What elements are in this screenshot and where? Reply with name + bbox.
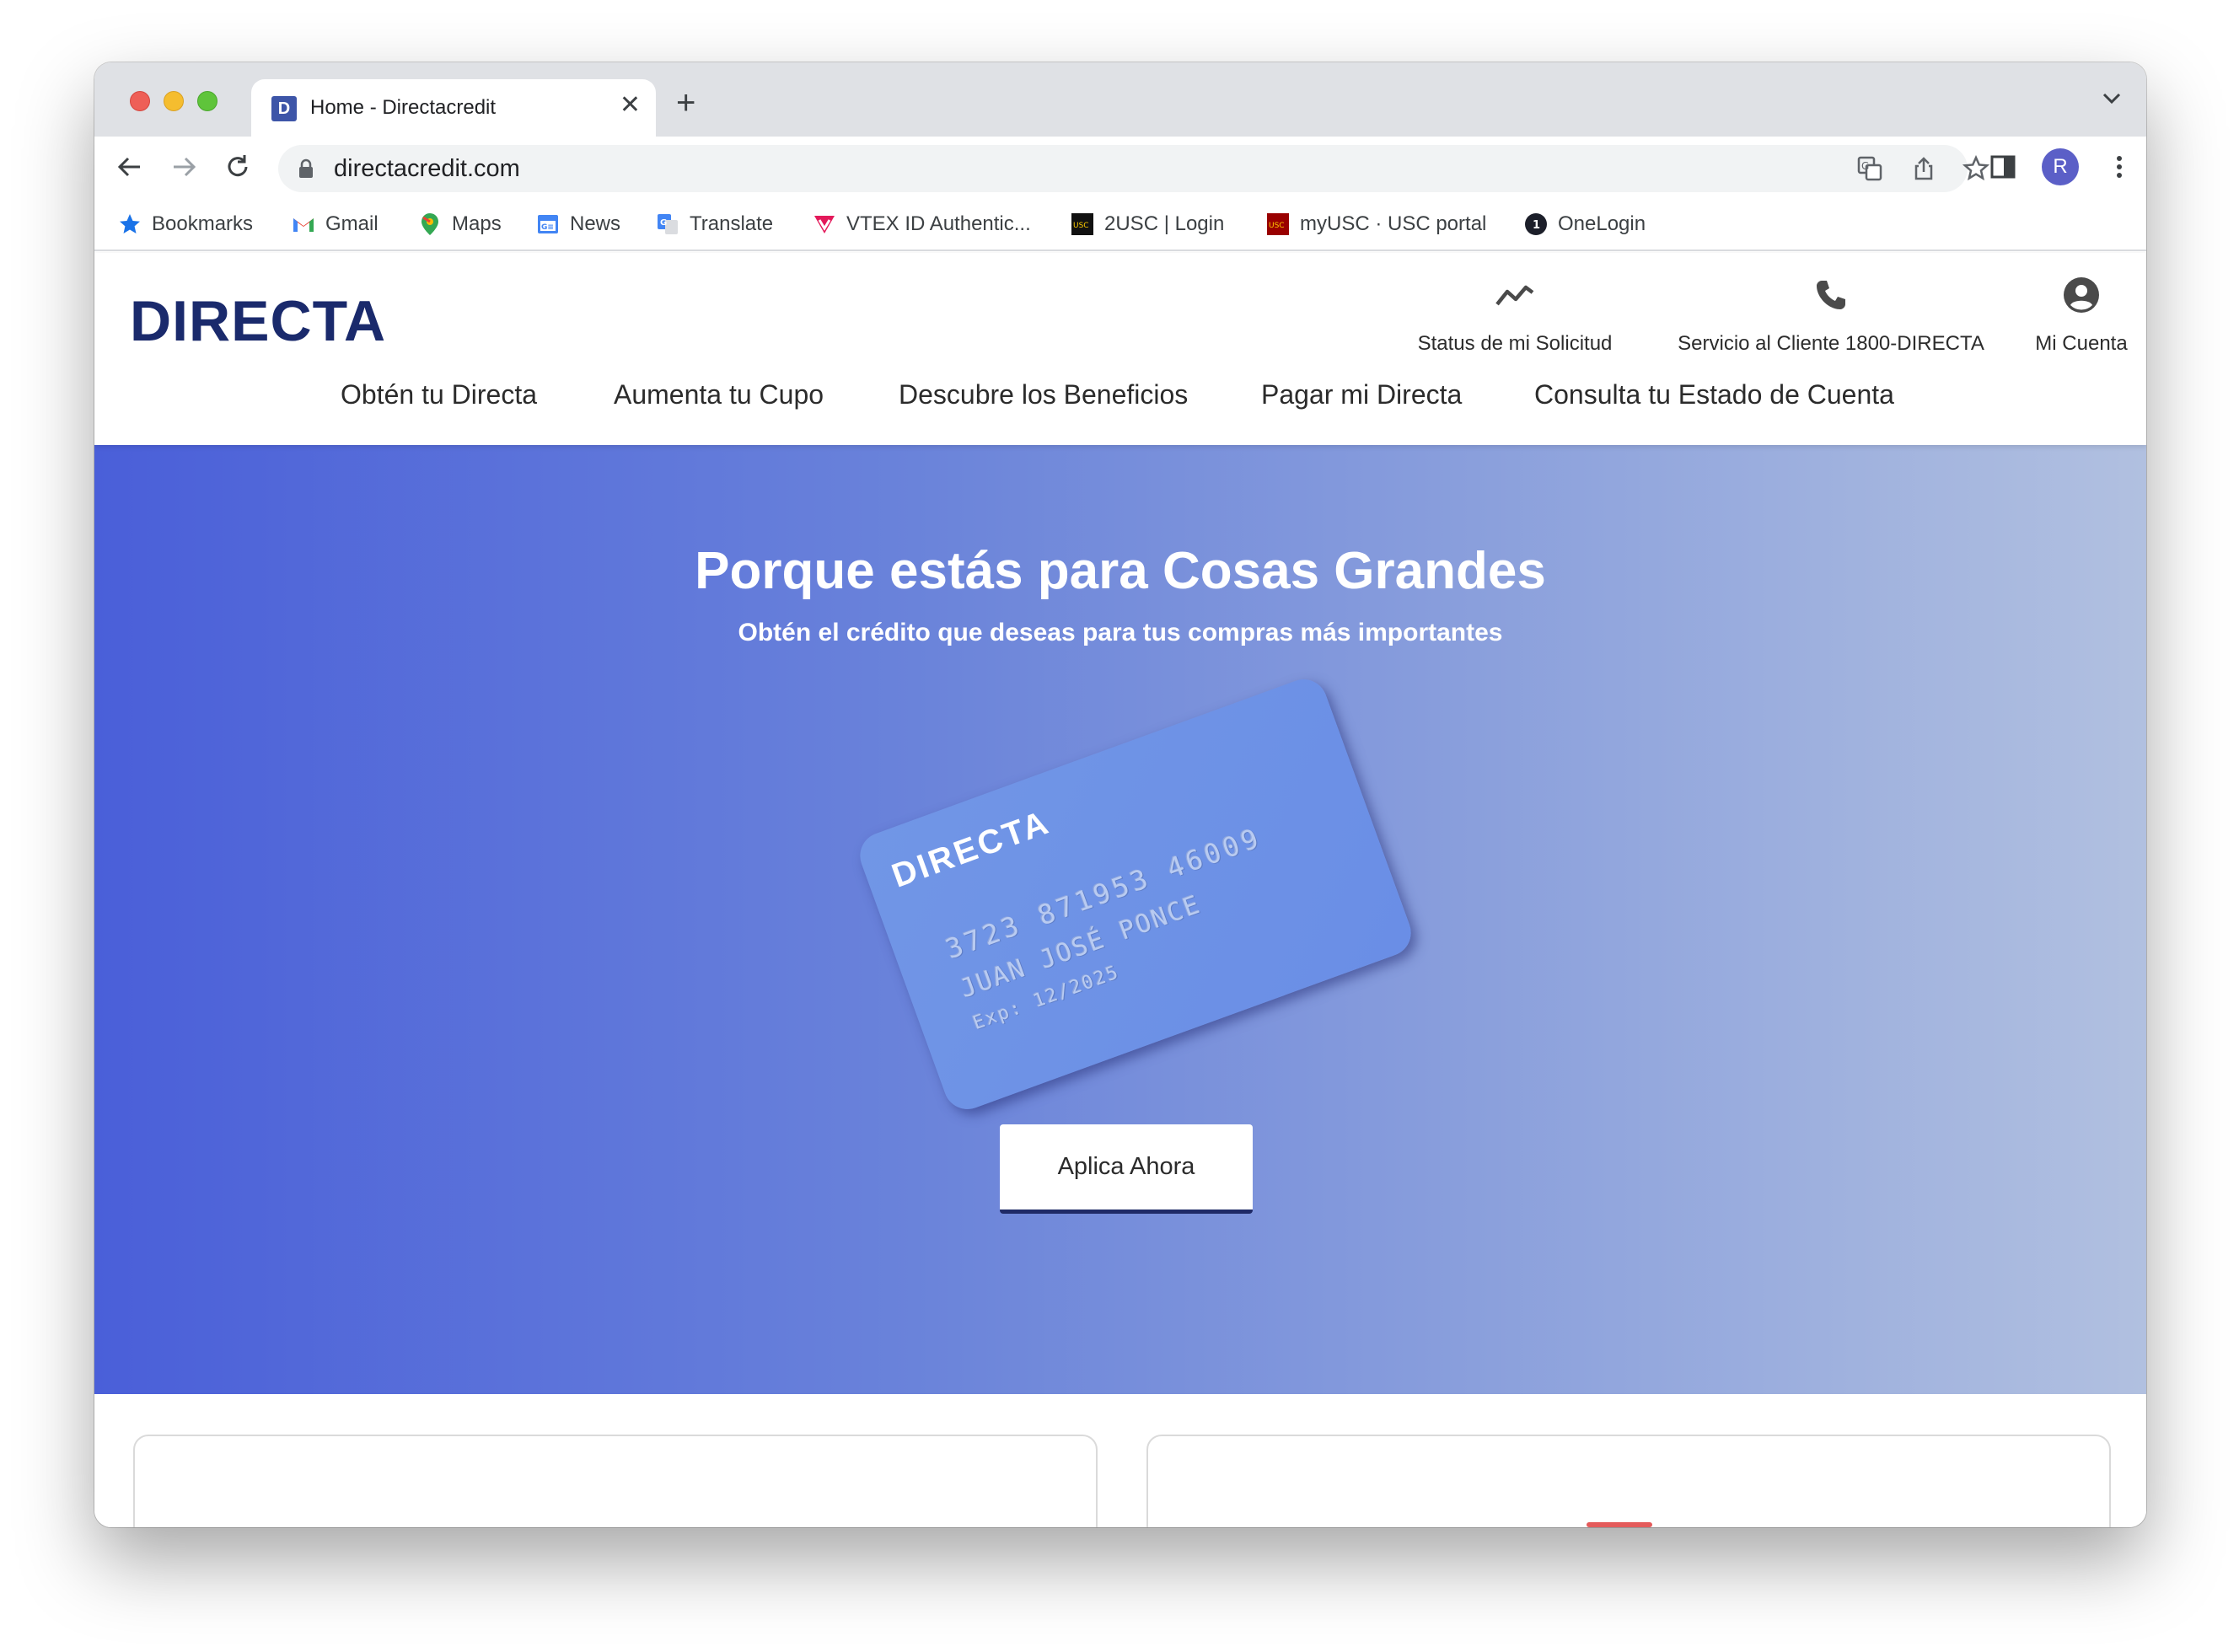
tab-strip: D Home - Directacredit ✕ + — [94, 62, 2146, 137]
content-panel-right — [1146, 1435, 2111, 1527]
browser-toolbar: directacredit.com G R — [94, 137, 2146, 197]
phone-icon — [1654, 270, 2008, 320]
bookmark-item[interactable]: Maps — [418, 209, 502, 239]
back-arrow-icon[interactable] — [115, 152, 145, 182]
nav-descubre-beneficios[interactable]: Descubre los Beneficios — [899, 379, 1188, 410]
bookmark-item[interactable]: Bookmarks — [118, 209, 253, 239]
content-panel-left — [133, 1435, 1098, 1527]
new-tab-button[interactable]: + — [676, 86, 695, 120]
servicio-cliente-link[interactable]: Servicio al Cliente 1800-DIRECTA — [1654, 270, 2008, 356]
nav-pagar-mi-directa[interactable]: Pagar mi Directa — [1261, 379, 1462, 410]
close-window-button[interactable] — [130, 91, 150, 111]
bookmark-item[interactable]: G Translate — [656, 209, 773, 239]
card-brand: DIRECTA — [887, 803, 1055, 895]
bookmark-star-icon[interactable] — [1962, 155, 1989, 182]
trend-icon — [1393, 270, 1637, 320]
panel-accent — [1587, 1522, 1652, 1527]
address-bar[interactable]: directacredit.com G — [278, 145, 1989, 192]
bookmark-item[interactable]: Gmail — [292, 209, 379, 239]
profile-avatar[interactable]: R — [2042, 148, 2079, 185]
side-panel-icon[interactable] — [1988, 152, 2018, 182]
zoom-window-button[interactable] — [197, 91, 217, 111]
lock-icon — [299, 158, 313, 178]
bookmarks-bar: Bookmarks Gmail Maps G≡ News G Translate — [94, 197, 2146, 251]
bookmark-item[interactable]: VTEX ID Authentic... — [813, 209, 1031, 239]
hero-title: Porque estás para Cosas Grandes — [695, 542, 1546, 600]
svg-text:USC: USC — [1269, 222, 1285, 230]
translate-icon: G — [656, 212, 679, 236]
svg-text:USC: USC — [1073, 222, 1089, 230]
site-header: DIRECTA Status de mi Solicitud Servicio … — [94, 253, 2146, 445]
star-icon — [118, 212, 142, 236]
status-solicitud-link[interactable]: Status de mi Solicitud — [1393, 270, 1637, 356]
browser-window: D Home - Directacredit ✕ + directacredit… — [94, 62, 2146, 1527]
hero-banner: Porque estás para Cosas Grandes Obtén el… — [94, 445, 2146, 1394]
vtex-icon — [813, 212, 836, 236]
tab-title: Home - Directacredit — [310, 96, 497, 119]
reload-icon[interactable] — [223, 152, 253, 182]
nav-aumenta-tu-cupo[interactable]: Aumenta tu Cupo — [614, 379, 824, 410]
nav-estado-de-cuenta[interactable]: Consulta tu Estado de Cuenta — [1534, 379, 1894, 410]
chevron-down-icon[interactable] — [2102, 93, 2121, 105]
account-icon — [2018, 270, 2145, 320]
browser-tab[interactable]: D Home - Directacredit ✕ — [251, 79, 656, 137]
usc-icon: USC — [1266, 212, 1290, 236]
svg-text:G: G — [1861, 160, 1869, 172]
forward-arrow-icon[interactable] — [169, 152, 199, 182]
gmail-icon — [292, 212, 315, 236]
maps-icon — [418, 212, 442, 236]
hero-subtitle: Obtén el crédito que deseas para tus com… — [738, 619, 1503, 646]
svg-text:G: G — [660, 218, 667, 228]
bookmark-item[interactable]: 1 OneLogin — [1524, 209, 1646, 239]
mi-cuenta-link[interactable]: Mi Cuenta — [2018, 270, 2145, 356]
svg-text:DIRECTA: DIRECTA — [130, 292, 386, 351]
onelogin-icon: 1 — [1524, 212, 1548, 236]
svg-text:1: 1 — [1533, 219, 1540, 232]
share-icon[interactable] — [1910, 155, 1937, 182]
svg-text:G≡: G≡ — [541, 223, 554, 232]
translate-page-icon[interactable]: G — [1856, 155, 1883, 182]
close-tab-icon[interactable]: ✕ — [620, 93, 641, 118]
minimize-window-button[interactable] — [164, 91, 184, 111]
directa-logo[interactable]: DIRECTA — [130, 292, 433, 351]
bookmark-item[interactable]: USC 2USC | Login — [1071, 209, 1224, 239]
url-text: directacredit.com — [334, 155, 520, 182]
bookmark-item[interactable]: USC myUSC · USC portal — [1266, 209, 1486, 239]
directa-favicon-icon: D — [271, 96, 297, 121]
usc-icon: USC — [1071, 212, 1094, 236]
nav-obten-tu-directa[interactable]: Obtén tu Directa — [341, 379, 537, 410]
web-page: DIRECTA Status de mi Solicitud Servicio … — [94, 253, 2146, 1527]
credit-card-image: DIRECTA 3723 871953 46009 JUAN JOSÉ PONC… — [853, 673, 1418, 1116]
more-menu-icon[interactable] — [2104, 152, 2134, 182]
news-icon: G≡ — [536, 212, 560, 236]
bookmark-item[interactable]: G≡ News — [536, 209, 620, 239]
aplica-ahora-button[interactable]: Aplica Ahora — [1000, 1124, 1253, 1214]
